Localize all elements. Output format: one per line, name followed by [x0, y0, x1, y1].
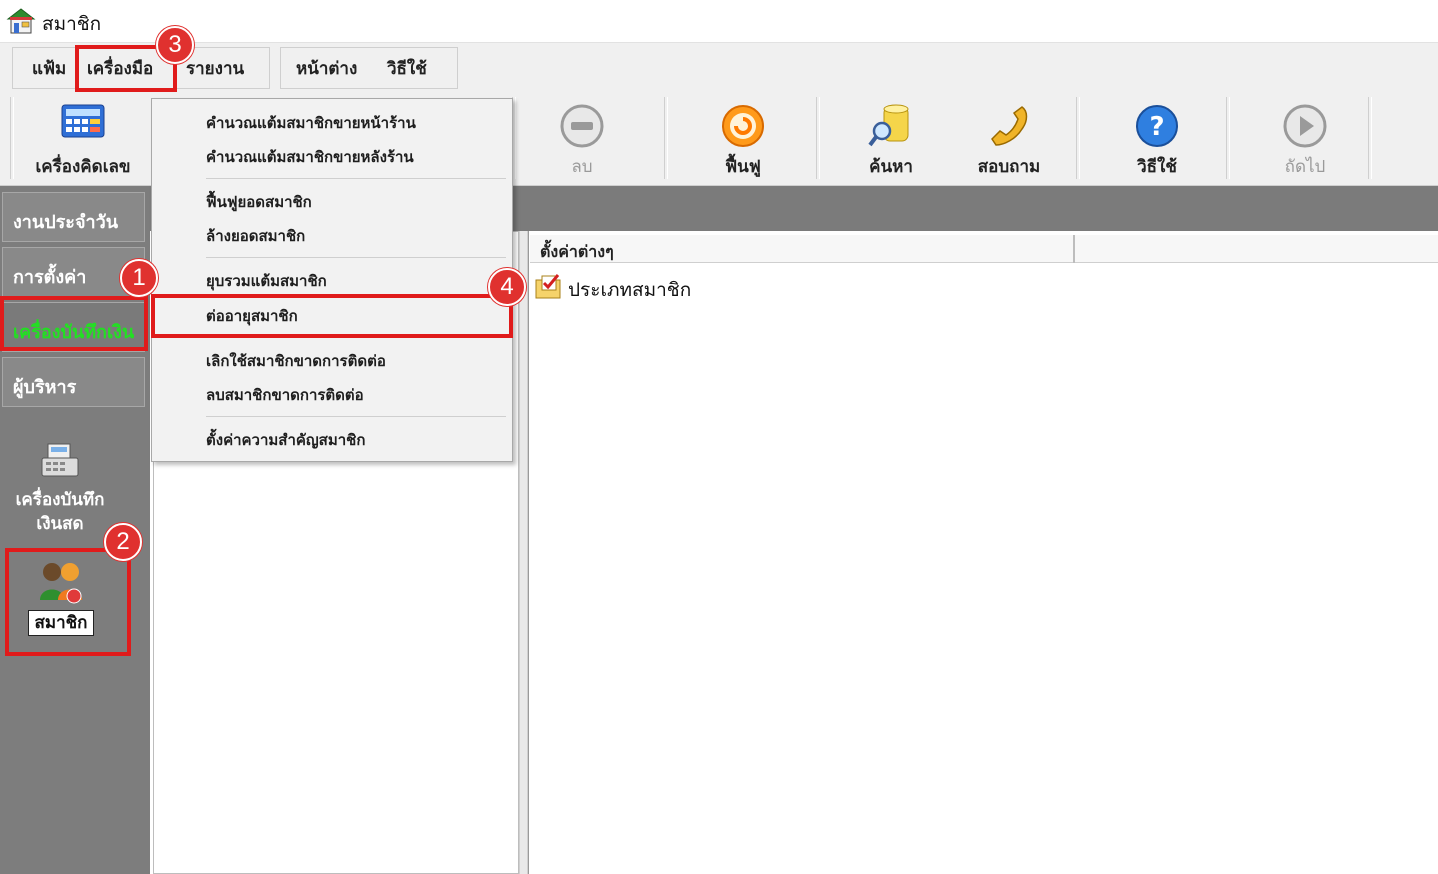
cash-register-shortcut[interactable]: เครื่องบันทึก เงินสด	[0, 436, 120, 536]
cash-register-label-line1: เครื่องบันทึก	[15, 490, 105, 510]
delete-label: ลบ	[571, 157, 593, 177]
tools-dropdown-menu: คำนวณแต้มสมาชิกขายหน้าร้าน คำนวณแต้มสมาช…	[151, 98, 513, 462]
column-header-settings[interactable]: ตั้งค่าต่างๆ	[530, 235, 1075, 263]
menu-item-calc-points-back[interactable]: คำนวณแต้มสมาชิกขายหลังร้าน	[206, 145, 414, 169]
sidebar-tab-daily[interactable]: งานประจำวัน	[2, 192, 145, 242]
menu-help[interactable]: วิธีใช้	[387, 55, 427, 82]
calculator-label: เครื่องคิดเลข	[35, 157, 131, 177]
search-button[interactable]: ค้นหา	[836, 97, 946, 179]
menu-item-clear-member-balance[interactable]: ล้างยอดสมาชิก	[206, 224, 305, 248]
menu-item-set-member-priority[interactable]: ตั้งค่าความสำคัญสมาชิก	[206, 428, 365, 452]
menu-item-merge-points[interactable]: ยุบรวมแต้มสมาชิก	[206, 269, 327, 293]
step-badge-2: 2	[104, 523, 142, 561]
delete-button[interactable]: ลบ	[527, 97, 637, 179]
inquiry-button[interactable]: สอบถาม	[954, 97, 1064, 179]
next-button[interactable]: ถัดไป	[1250, 97, 1360, 179]
search-label: ค้นหา	[869, 157, 913, 177]
delete-circle-icon	[560, 104, 604, 148]
menu-window[interactable]: หน้าต่าง	[296, 55, 357, 82]
step-badge-3: 3	[156, 26, 194, 64]
toolbar-separator	[1076, 97, 1080, 179]
restore-label: ฟื้นฟู	[725, 157, 761, 177]
window-title: สมาชิก	[42, 13, 102, 35]
menu-separator	[206, 257, 506, 258]
menu-item-restore-member-balance[interactable]: ฟื้นฟูยอดสมาชิก	[206, 190, 312, 214]
cash-register-label-line2: เงินสด	[36, 514, 84, 534]
toolbar-separator	[1226, 97, 1230, 179]
restore-button[interactable]: ฟื้นฟู	[688, 97, 798, 179]
next-label: ถัดไป	[1284, 157, 1326, 177]
toolbar-separator	[664, 97, 668, 179]
menu-separator	[206, 178, 506, 179]
toolbar-separator	[1368, 97, 1372, 179]
highlight-renew-membership	[151, 294, 513, 338]
step-badge-4: 4	[488, 268, 526, 306]
highlight-members-shortcut	[5, 548, 131, 656]
toolbar-separator	[10, 97, 14, 179]
help-icon: ?	[1136, 105, 1178, 147]
menu-separator	[206, 416, 506, 417]
menu-item-delete-inactive[interactable]: ลบสมาชิกขาดการติดต่อ	[206, 383, 364, 407]
menu-bar: แฟ้ม เครื่องมือ รายงาน หน้าต่าง วิธีใช้	[0, 43, 1438, 93]
svg-text:?: ?	[1149, 112, 1164, 142]
next-icon	[1283, 104, 1327, 148]
highlight-cash-recorder-tab	[0, 296, 148, 351]
title-bar: สมาชิก	[0, 0, 1438, 43]
shop-icon	[6, 8, 36, 34]
cash-register-icon	[41, 443, 79, 477]
menu-item-calc-points-front[interactable]: คำนวณแต้มสมาชิกขายหน้าร้าน	[206, 111, 416, 135]
calculator-button[interactable]: เครื่องคิดเลข	[28, 97, 138, 179]
help-button[interactable]: ? วิธีใช้	[1102, 97, 1212, 179]
tree-item-label: ประเภทสมาชิก	[568, 279, 692, 301]
inquiry-label: สอบถาม	[977, 157, 1041, 177]
menu-item-deactivate-inactive[interactable]: เลิกใช้สมาชิกขาดการติดต่อ	[206, 349, 386, 373]
pane-splitter[interactable]	[519, 231, 528, 874]
toolbar-separator	[816, 97, 820, 179]
menu-file[interactable]: แฟ้ม	[32, 55, 66, 82]
help-label: วิธีใช้	[1137, 157, 1177, 177]
calculator-icon	[61, 104, 105, 138]
phone-icon	[991, 106, 1028, 146]
restore-icon	[722, 105, 764, 147]
checkbox-folder-icon	[535, 274, 561, 299]
search-database-icon	[868, 104, 909, 147]
sidebar-tab-executive[interactable]: ผู้บริหาร	[2, 357, 145, 407]
step-badge-1: 1	[120, 259, 158, 297]
right-pane	[528, 231, 1438, 874]
menu-reports[interactable]: รายงาน	[186, 55, 244, 82]
